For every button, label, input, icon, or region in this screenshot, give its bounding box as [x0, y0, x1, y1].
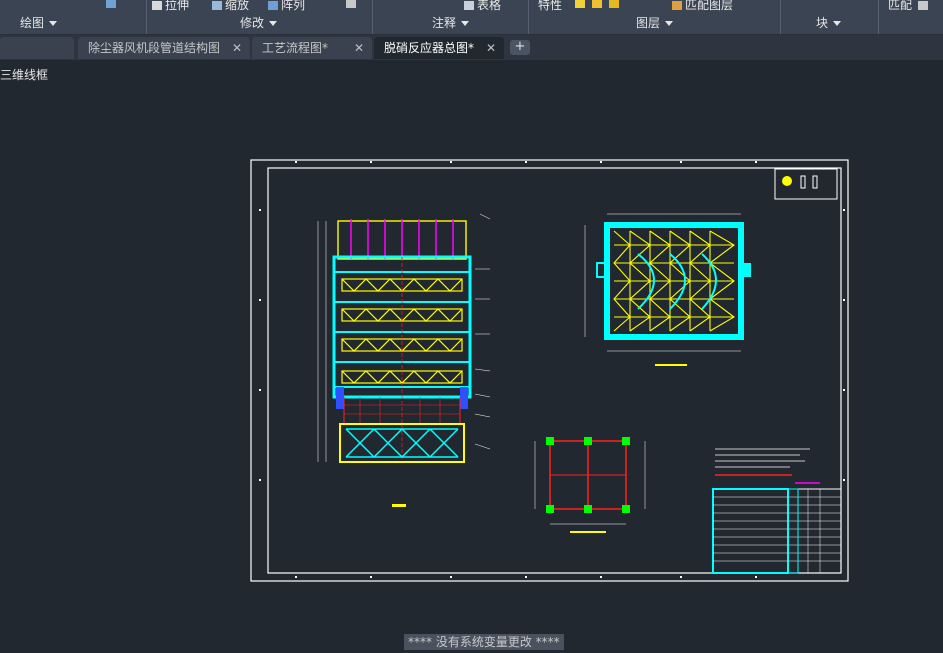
ribbon-tool-cut[interactable]	[106, 0, 119, 10]
tool-icon	[106, 0, 116, 8]
chevron-down-icon	[665, 21, 674, 26]
scale-icon	[212, 1, 222, 10]
chevron-down-icon	[833, 21, 842, 26]
divider	[372, 0, 373, 34]
match-button[interactable]: 匹配	[888, 0, 931, 12]
match-layer-button[interactable]: 匹配图层	[672, 0, 733, 12]
table-button[interactable]: 表格	[464, 0, 501, 12]
tab-dust-collector[interactable]: 除尘器风机段管道结构图 ✕	[78, 37, 250, 59]
reactor-plan-view	[584, 213, 751, 366]
panel-annotation[interactable]: 注释	[432, 14, 470, 32]
tab-process-flow[interactable]: 工艺流程图* ✕	[252, 37, 372, 59]
chevron-down-icon	[49, 21, 58, 26]
panel-modify[interactable]: 修改	[240, 14, 278, 32]
layer-freeze-icon	[591, 0, 602, 8]
stretch-button[interactable]: 拉伸	[152, 0, 189, 12]
chevron-down-icon	[269, 21, 278, 26]
close-icon[interactable]: ✕	[232, 37, 242, 59]
chevron-down-icon	[461, 21, 470, 26]
divider	[146, 0, 147, 34]
title-block	[712, 488, 842, 574]
drawing-notes	[715, 448, 820, 484]
sheet-outer-frame	[250, 159, 849, 582]
tab-start[interactable]	[0, 37, 74, 59]
match-layer-icon	[672, 1, 682, 10]
divider	[780, 0, 781, 34]
reactor-elevation-view	[317, 213, 491, 507]
mirror-icon	[346, 0, 356, 8]
north-arrow-block	[774, 168, 838, 200]
array-icon	[268, 1, 278, 10]
close-icon[interactable]: ✕	[486, 37, 496, 59]
mirror-button[interactable]	[346, 0, 359, 10]
panel-draw[interactable]: 绘图	[20, 14, 58, 32]
drawing-canvas[interactable]	[250, 159, 850, 583]
base-section-view	[534, 437, 646, 533]
scale-button[interactable]: 缩放	[212, 0, 249, 12]
viewport-visual-style-label[interactable]: 三维线框	[0, 66, 48, 83]
table-icon	[464, 1, 474, 10]
divider	[528, 0, 529, 34]
divider	[878, 0, 879, 34]
command-line-status: **** 没有系统变量更改 ****	[404, 634, 564, 650]
panel-layers[interactable]: 图层	[636, 14, 674, 32]
frame-ticks	[259, 161, 845, 578]
file-tab-bar: 除尘器风机段管道结构图 ✕ 工艺流程图* ✕ 脱硝反应器总图* ✕ +	[0, 35, 943, 60]
array-button[interactable]: 阵列	[268, 0, 305, 12]
panel-block[interactable]: 块	[816, 14, 842, 32]
close-icon[interactable]: ✕	[354, 37, 364, 59]
layer-tools[interactable]	[575, 0, 622, 10]
ribbon: 拉伸 缩放 阵列 表格 特性 匹配图层 匹配 绘图 修改 注释 图层 块	[0, 0, 943, 35]
layer-lock-icon	[608, 0, 619, 8]
stretch-icon	[152, 1, 162, 10]
list-icon	[918, 1, 929, 10]
properties-button[interactable]: 特性	[538, 0, 562, 12]
tab-scr-reactor[interactable]: 脱硝反应器总图* ✕	[374, 37, 504, 59]
layer-on-icon	[575, 0, 585, 8]
new-tab-button[interactable]: +	[510, 40, 530, 55]
